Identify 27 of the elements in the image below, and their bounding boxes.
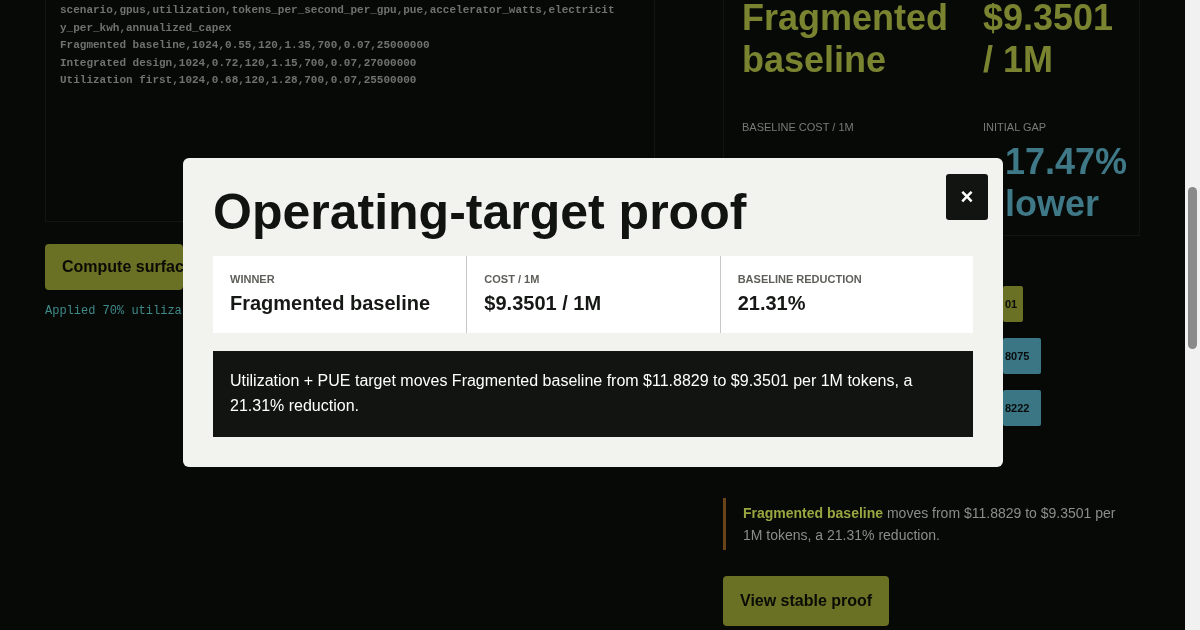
winner-value: Fragmented baseline xyxy=(742,0,950,81)
summary-quote: Fragmented baseline moves from $11.8829 to $9.3501 per 1M tokens, a 21.31% reduction. xyxy=(723,498,1133,550)
code-line: Integrated design,1024,0.72,120,1.15,700,0.07,27000000 xyxy=(60,55,418,71)
code-line: scenario,gpus,utilization,tokens_per_second_per_gpu,pue,accelerator_watts,electricit xyxy=(60,3,616,18)
scrollbar[interactable] xyxy=(1185,0,1200,630)
baseline-label: BASELINE COST / 1M xyxy=(742,121,855,133)
result-tag: 8222 xyxy=(1003,390,1042,426)
compute-button[interactable]: Compute surfac xyxy=(45,244,183,290)
stat-label: WINNER xyxy=(230,273,276,285)
view-proof-button[interactable]: View stable proof xyxy=(723,576,890,626)
stat-value: $9.3501 / 1M xyxy=(484,292,603,315)
result-tag: 8075 xyxy=(1003,338,1042,374)
code-line: y_per_kwh,annualized_capex xyxy=(60,20,233,36)
result-note: Utilization + PUE target moves Fragmented baseline from $11.8829 to $9.3501 per 1M tokens, a 21.31% reduction. xyxy=(213,351,973,437)
gap-label: INITIAL GAP xyxy=(983,121,1048,133)
cost-value: $9.3501 / 1M xyxy=(983,0,1115,81)
stat-label: BASELINE REDUCTION xyxy=(737,273,863,285)
result-tag: 01 xyxy=(1003,286,1024,322)
code-line: Utilization first,1024,0.68,120,1.28,700,0.07,25500000 xyxy=(60,73,418,89)
stat-value: 21.31% xyxy=(737,292,807,315)
gap-value: 17.47% lower xyxy=(1004,141,1128,225)
stat-value: Fragmented baseline xyxy=(230,292,432,315)
dialog-title: Operating-target proof xyxy=(213,184,747,240)
close-button[interactable]: × xyxy=(946,174,988,220)
status-text: Applied 70% utiliza xyxy=(45,304,183,318)
code-line: Fragmented baseline,1024,0.55,120,1.35,700,0.07,25000000 xyxy=(60,38,431,54)
stat-label: COST / 1M xyxy=(484,273,541,285)
